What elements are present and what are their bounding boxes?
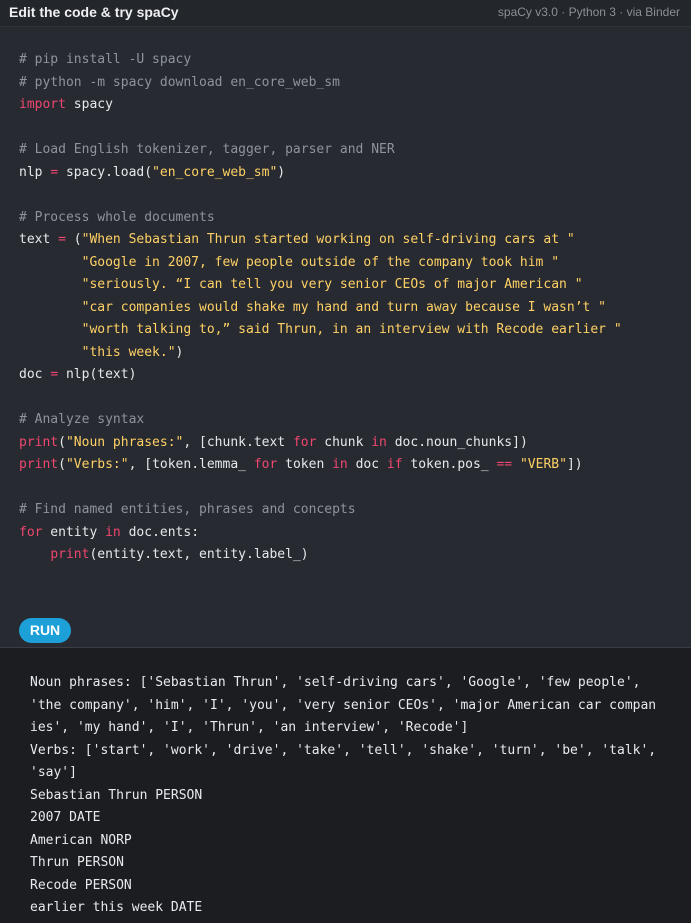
output-line: Sebastian Thrun PERSON <box>30 787 203 803</box>
code-token: # python -m spacy download en_core_web_s… <box>19 74 340 90</box>
code-token: ]) <box>566 457 583 472</box>
code-token: , [token.lemma_ <box>128 457 254 472</box>
code-line: # Analyze syntax <box>19 409 622 432</box>
code-text[interactable]: # pip install -U spacy # python -m spacy … <box>19 49 622 567</box>
code-token: "Google in 2007, few people outside of t… <box>19 254 560 270</box>
code-token: print <box>19 434 59 450</box>
code-token: print <box>50 547 90 562</box>
code-line: "seriously. “I can tell you very senior … <box>19 274 622 297</box>
output-line: American NORP <box>30 832 132 848</box>
code-token: # Process whole documents <box>19 209 215 225</box>
code-line: "car companies would shake my hand and t… <box>19 297 622 320</box>
output-text: Noun phrases: ['Sebastian Thrun', 'self-… <box>30 672 670 920</box>
code-token: "worth talking to,” said Thrun, in an in… <box>19 322 622 337</box>
code-line: print(entity.text, entity.label_) <box>19 544 622 567</box>
code-token: "seriously. “I can tell you very senior … <box>19 277 583 292</box>
environment-info: spaCy v3.0 · Python 3 · via Binder <box>497 5 680 19</box>
code-line: text = ("When Sebastian Thrun started wo… <box>19 229 622 252</box>
code-token: ( <box>58 457 66 472</box>
code-line: print("Noun phrases:", [chunk.text for c… <box>19 432 622 455</box>
code-token: "Verbs:" <box>65 457 129 472</box>
code-token: token <box>277 457 333 472</box>
code-token: "this week." <box>19 344 176 360</box>
code-token: (entity.text, entity.label_) <box>89 547 309 562</box>
code-token: , [chunk.text <box>183 434 293 450</box>
code-token: = <box>50 164 59 180</box>
code-token: import <box>19 97 66 112</box>
code-token: nlp <box>19 164 51 180</box>
code-token: # pip install -U spacy <box>19 52 192 67</box>
code-line: "this week.") <box>19 342 622 365</box>
code-token: in <box>332 457 348 472</box>
code-token: in <box>371 434 387 450</box>
code-token: "When Sebastian Thrun started working on… <box>81 232 575 247</box>
code-editor[interactable]: # pip install -U spacy # python -m spacy … <box>0 27 691 647</box>
code-line: print("Verbs:", [token.lemma_ for token … <box>19 454 622 477</box>
output-line: 'the company', 'him', 'I', 'you', 'very … <box>30 697 657 713</box>
code-token: spacy.load( <box>58 164 153 180</box>
code-token: print <box>19 457 59 472</box>
code-token: if <box>386 457 403 472</box>
window-title: Edit the code & try spaCy <box>9 4 179 20</box>
code-line: # Process whole documents <box>19 207 622 230</box>
code-token: ( <box>58 434 66 450</box>
code-token: in <box>105 524 121 540</box>
title-bar: Edit the code & try spaCy spaCy v3.0 · P… <box>0 0 691 27</box>
code-line: for entity in doc.ents: <box>19 522 622 545</box>
output-line: earlier this week DATE <box>30 900 203 915</box>
code-token: ( <box>65 232 82 247</box>
code-line: "worth talking to,” said Thrun, in an in… <box>19 319 622 342</box>
output-line: Noun phrases: ['Sebastian Thrun', 'self-… <box>30 675 641 690</box>
code-token: # Load English tokenizer, tagger, parser… <box>19 142 395 157</box>
code-token: nlp(text) <box>58 367 137 382</box>
code-token: # Analyze syntax <box>19 412 145 427</box>
code-token: "car companies would shake my hand and t… <box>19 299 606 315</box>
output-line: Recode PERSON <box>30 877 132 893</box>
output-line: Verbs: ['start', 'work', 'drive', 'take'… <box>30 742 657 758</box>
code-token: doc.ents: <box>120 524 200 540</box>
code-token: doc.noun_chunks]) <box>386 434 528 450</box>
code-token: for <box>19 524 43 540</box>
output-line: Thrun PERSON <box>30 855 124 870</box>
run-button[interactable]: RUN <box>19 618 71 643</box>
code-token: for <box>292 434 317 450</box>
code-token: chunk <box>316 434 372 450</box>
code-token: == <box>496 457 513 472</box>
code-line: # pip install -U spacy <box>19 49 622 72</box>
code-token: ) <box>175 344 184 360</box>
code-token: text <box>19 232 59 247</box>
code-token: "Noun phrases:" <box>65 434 184 450</box>
code-token: spacy <box>65 97 113 112</box>
code-token: = <box>58 232 66 247</box>
code-token: doc <box>347 457 387 472</box>
code-line: nlp = spacy.load("en_core_web_sm") <box>19 162 622 185</box>
code-token: doc <box>19 367 51 382</box>
output-line: 'say'] <box>30 765 77 780</box>
code-token: token.pos_ <box>402 457 497 472</box>
code-line: # Find named entities, phrases and conce… <box>19 499 622 522</box>
output-panel: Noun phrases: ['Sebastian Thrun', 'self-… <box>0 648 691 923</box>
code-token: entity <box>42 524 106 540</box>
code-line: import spacy <box>19 94 622 117</box>
code-token: for <box>253 457 278 472</box>
code-line: "Google in 2007, few people outside of t… <box>19 252 622 275</box>
code-token: "VERB" <box>519 457 567 472</box>
code-token: # Find named entities, phrases and conce… <box>19 502 356 517</box>
code-line: # python -m spacy download en_core_web_s… <box>19 72 622 95</box>
output-line: 2007 DATE <box>30 810 101 825</box>
code-line: # Load English tokenizer, tagger, parser… <box>19 139 622 162</box>
code-line: doc = nlp(text) <box>19 364 622 387</box>
code-token: "en_core_web_sm" <box>152 164 278 180</box>
output-line: ies', 'my hand', 'I', 'Thrun', 'an inter… <box>30 720 469 735</box>
code-token: = <box>50 367 59 382</box>
code-token: ) <box>277 164 286 180</box>
